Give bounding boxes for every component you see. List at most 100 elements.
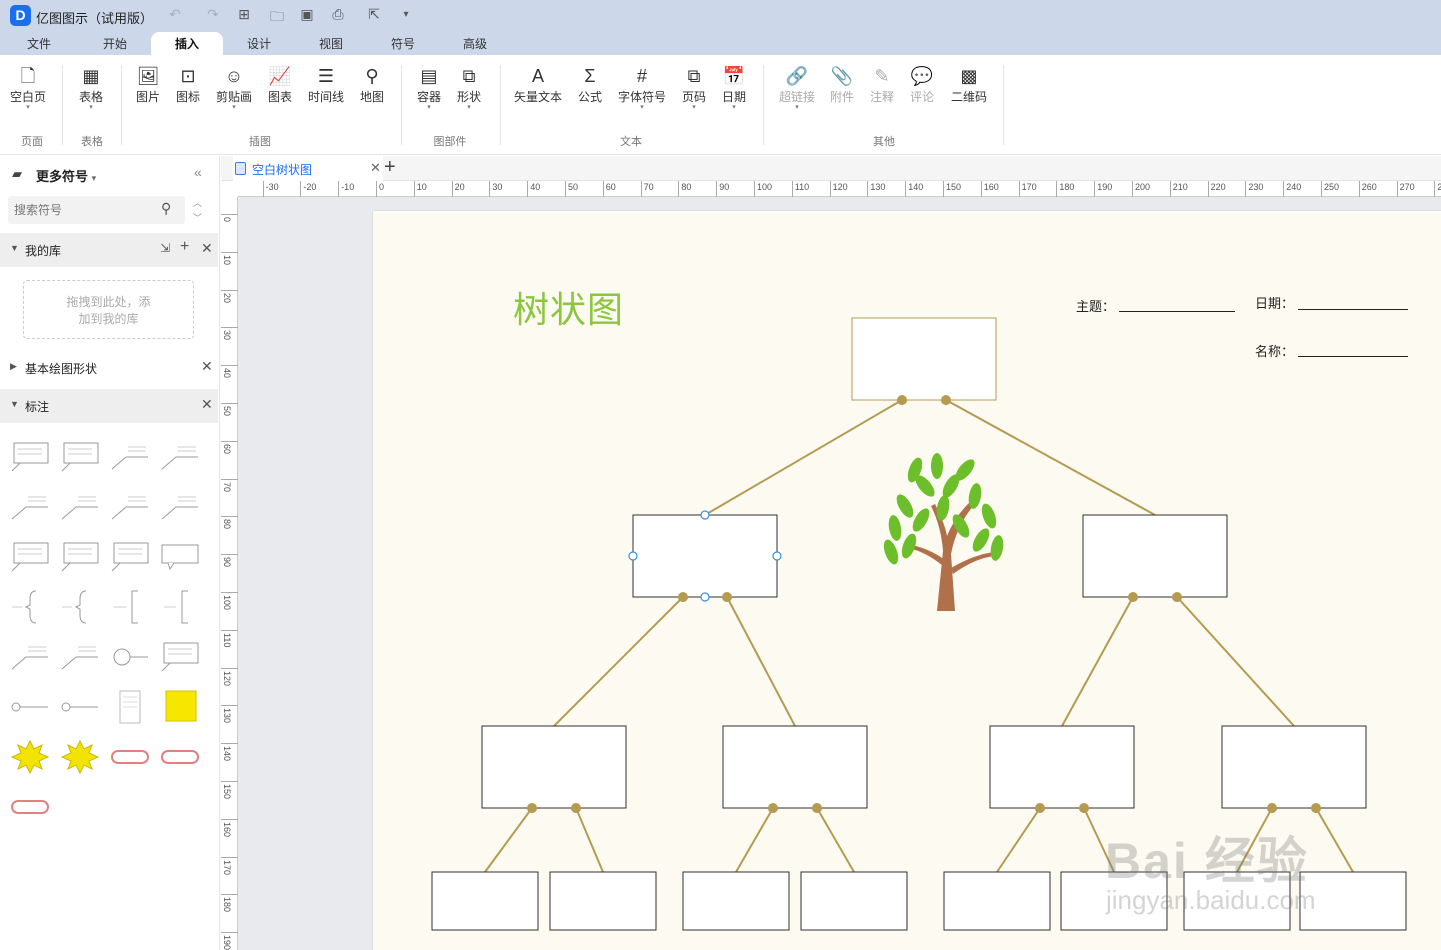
callout-symbol[interactable] xyxy=(58,589,102,625)
clipart-button[interactable]: ☺ 剪贴画 ▾ xyxy=(212,63,256,111)
selection-handle[interactable] xyxy=(772,551,782,561)
callout-symbol[interactable] xyxy=(8,439,52,475)
callout-symbol[interactable] xyxy=(58,489,102,525)
tree-node-box[interactable] xyxy=(851,317,997,401)
tab-symbol[interactable]: 符号 xyxy=(376,32,430,55)
tab-advanced[interactable]: 高级 xyxy=(448,32,502,55)
tree-node-box[interactable] xyxy=(943,871,1051,931)
callout-symbol[interactable] xyxy=(8,789,52,825)
print-icon[interactable]: ⎙ xyxy=(328,6,348,23)
page-number-button[interactable]: ⧉ 页码 ▾ xyxy=(676,63,712,111)
callout-symbol[interactable] xyxy=(8,489,52,525)
add-tab-icon[interactable]: + xyxy=(384,156,396,179)
date-field[interactable] xyxy=(1298,309,1408,310)
callout-symbol[interactable] xyxy=(108,539,152,575)
new-icon[interactable]: ⊞ xyxy=(234,6,254,23)
topic-field[interactable] xyxy=(1119,311,1235,312)
document-tab[interactable]: 空白树状图 ✕ xyxy=(233,156,383,181)
add-icon[interactable]: + xyxy=(180,238,189,256)
callout-symbol[interactable] xyxy=(158,739,202,775)
callout-symbol[interactable] xyxy=(58,539,102,575)
formula-button[interactable]: Σ 公式 xyxy=(572,63,608,105)
tab-design[interactable]: 设计 xyxy=(232,32,286,55)
callout-symbol[interactable] xyxy=(8,689,52,725)
open-icon[interactable]: 🗀 xyxy=(267,6,287,30)
callout-symbol[interactable] xyxy=(58,739,102,775)
close-icon[interactable]: ✕ xyxy=(201,396,213,413)
section-my-library[interactable]: ▼ 我的库 ⇲ + ✕ xyxy=(0,233,218,267)
search-input[interactable] xyxy=(8,196,185,224)
blank-page-button[interactable]: 🗋 空白页 ▾ xyxy=(6,63,50,111)
callout-symbol[interactable] xyxy=(8,639,52,675)
timeline-button[interactable]: ☰ 时间线 xyxy=(304,63,348,105)
qrcode-button[interactable]: ▩ 二维码 xyxy=(947,63,991,105)
callout-symbol[interactable] xyxy=(8,589,52,625)
callout-symbol[interactable] xyxy=(108,739,152,775)
callout-symbol[interactable] xyxy=(58,639,102,675)
library-drop-area[interactable]: 拖拽到此处，添 加到我的库 xyxy=(23,280,194,339)
vertical-ruler[interactable]: 0 10 20 30 40 50 60 70 80 90 100 110 120 130 140 150 160… xyxy=(221,197,238,950)
close-icon[interactable]: ✕ xyxy=(201,358,213,375)
icon-button[interactable]: ⊡ 图标 xyxy=(170,63,206,105)
font-symbol-button[interactable]: # 字体符号 ▾ xyxy=(614,63,670,111)
image-button[interactable]: 🖼 图片 xyxy=(130,63,166,105)
comment-button[interactable]: 💬 评论 xyxy=(904,63,940,105)
import-icon[interactable]: ⇲ xyxy=(160,241,170,255)
redo-icon[interactable]: ↷ xyxy=(203,6,223,23)
annotation-button[interactable]: ✎ 注释 xyxy=(864,63,900,105)
container-button[interactable]: ▤ 容器 ▾ xyxy=(410,63,448,111)
callout-symbol[interactable] xyxy=(158,539,202,575)
close-icon[interactable]: ✕ xyxy=(201,240,213,257)
callout-symbol[interactable] xyxy=(108,439,152,475)
section-callouts[interactable]: ▼ 标注 ✕ xyxy=(0,389,218,423)
shape-button[interactable]: ⧉ 形状 ▾ xyxy=(450,63,488,111)
scroll-up-icon[interactable]: ︿ xyxy=(193,196,202,209)
tree-node-box[interactable] xyxy=(800,871,908,931)
callout-symbol[interactable] xyxy=(108,589,152,625)
map-button[interactable]: ⚲ 地图 xyxy=(354,63,390,105)
tree-node-box[interactable] xyxy=(1082,514,1228,598)
callout-symbol[interactable] xyxy=(108,489,152,525)
close-icon[interactable]: ✕ xyxy=(370,160,381,176)
date-button[interactable]: 📅 日期 ▾ xyxy=(716,63,752,111)
tree-node-box[interactable] xyxy=(722,725,868,809)
tab-file[interactable]: 文件 xyxy=(12,32,66,55)
export-icon[interactable]: ⇱ xyxy=(364,6,384,23)
callout-symbol[interactable] xyxy=(8,739,52,775)
tab-insert[interactable]: 插入 xyxy=(151,32,223,55)
callout-symbol[interactable] xyxy=(8,539,52,575)
callout-symbol[interactable] xyxy=(108,689,152,725)
callout-symbol[interactable] xyxy=(158,489,202,525)
callout-symbol[interactable] xyxy=(158,589,202,625)
vector-text-button[interactable]: A 矢量文本 xyxy=(510,63,566,105)
scroll-down-icon[interactable]: ﹀ xyxy=(193,211,202,224)
selection-handle[interactable] xyxy=(700,592,710,602)
table-button[interactable]: ▦ 表格 ▾ xyxy=(72,63,110,111)
more-symbols-menu[interactable]: 更多符号 ▾ xyxy=(36,166,96,185)
tab-home[interactable]: 开始 xyxy=(88,32,142,55)
collapse-panel-icon[interactable]: « xyxy=(194,164,202,180)
horizontal-ruler[interactable]: -30 -20 -10 0 10 20 30 40 50 60 70 80 90 100 110 120 130… xyxy=(238,181,1441,197)
callout-symbol[interactable] xyxy=(158,639,202,675)
tree-node-box[interactable] xyxy=(682,871,790,931)
section-basic-shapes[interactable]: ▶ 基本绘图形状 ✕ xyxy=(0,351,218,385)
tree-node-box[interactable] xyxy=(549,871,657,931)
search-icon[interactable]: ⚲ xyxy=(161,200,171,217)
selection-handle[interactable] xyxy=(700,510,710,520)
save-icon[interactable]: ▣ xyxy=(297,6,317,23)
callout-symbol[interactable] xyxy=(158,689,202,725)
selection-handle[interactable] xyxy=(628,551,638,561)
callout-symbol[interactable] xyxy=(108,639,152,675)
chart-button[interactable]: 📈 图表 xyxy=(262,63,298,105)
tree-node-box[interactable] xyxy=(632,514,778,598)
name-field[interactable] xyxy=(1298,356,1408,357)
tab-view[interactable]: 视图 xyxy=(304,32,358,55)
more-icon[interactable]: ▾ xyxy=(396,9,416,20)
callout-symbol[interactable] xyxy=(58,689,102,725)
tree-node-box[interactable] xyxy=(481,725,627,809)
attachment-button[interactable]: 📎 附件 xyxy=(824,63,860,105)
tree-node-box[interactable] xyxy=(431,871,539,931)
undo-icon[interactable]: ↶ xyxy=(165,6,185,23)
callout-symbol[interactable] xyxy=(158,439,202,475)
hyperlink-button[interactable]: 🔗 超链接 ▾ xyxy=(776,63,818,111)
